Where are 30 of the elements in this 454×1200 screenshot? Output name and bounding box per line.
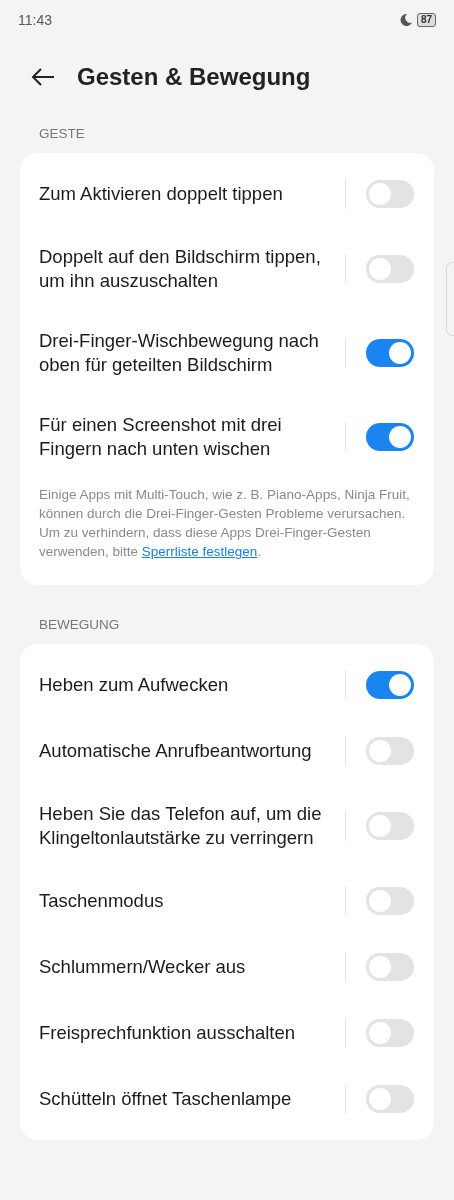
moon-icon	[398, 13, 413, 27]
toggle-switch[interactable]	[366, 887, 414, 915]
toggle-switch[interactable]	[366, 180, 414, 208]
status-time: 11:43	[18, 12, 52, 28]
toggle-switch[interactable]	[366, 671, 414, 699]
toggle-switch[interactable]	[366, 812, 414, 840]
note-text: Einige Apps mit Multi-Touch, wie z. B. Piano-Apps, Ninja Fruit, können durch die Drei-Finger-Gesten Probleme verursachen. Um zu verhindern, dass diese Apps Drei-Finger-Gesten verwenden, bitte Sperrliste festlegen.	[39, 486, 411, 561]
setting-label: Taschenmodus	[39, 889, 165, 913]
setting-label: Schlummern/Wecker aus	[39, 955, 247, 979]
toggle-switch[interactable]	[366, 255, 414, 283]
toggle-switch[interactable]	[366, 423, 414, 451]
toggle-switch[interactable]	[366, 953, 414, 981]
setting-label: Heben Sie das Telefon auf, um die Klingeltonlautstärke zu verringern	[39, 802, 323, 850]
toggle-switch[interactable]	[366, 1085, 414, 1113]
page-title: Gesten & Bewegung	[77, 63, 311, 91]
setting-label: Für einen Screenshot mit drei Fingern nach unten wischen	[39, 413, 283, 461]
toggle-switch[interactable]	[366, 737, 414, 765]
section-title: GESTE	[38, 125, 86, 143]
setting-label: Zum Aktivieren doppelt tippen	[39, 182, 284, 206]
setting-label: Automatische Anrufbeantwortung	[39, 739, 313, 763]
setting-label: Freisprechfunktion ausschalten	[39, 1021, 297, 1045]
battery-indicator: 87	[416, 13, 436, 27]
setting-label: Drei-Finger-Wischbewegung nach oben für geteilten Bildschirm	[39, 329, 320, 377]
setting-label: Schütteln öffnet Taschenlampe	[39, 1087, 293, 1111]
back-icon[interactable]	[31, 68, 55, 86]
setting-label: Doppelt auf den Bildschirm tippen, um ihn auszuschalten	[39, 245, 322, 293]
section-title: BEWEGUNG	[38, 616, 121, 634]
toggle-switch[interactable]	[366, 339, 414, 367]
toggle-switch[interactable]	[366, 1019, 414, 1047]
setting-label: Heben zum Aufwecken	[39, 673, 230, 697]
